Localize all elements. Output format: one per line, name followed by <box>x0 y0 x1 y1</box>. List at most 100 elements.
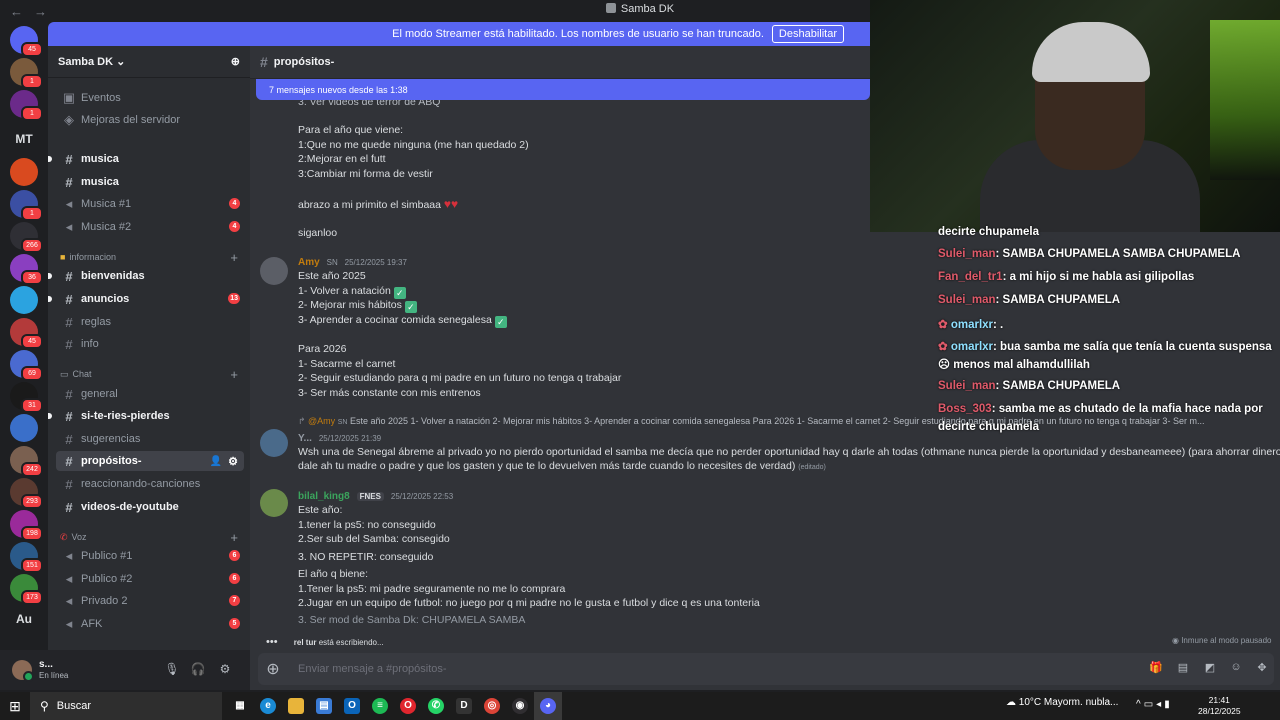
channel-musica[interactable]: # musica <box>48 149 244 169</box>
channel-general[interactable]: # general <box>56 384 244 404</box>
file-explorer-icon[interactable] <box>282 692 310 720</box>
webcam-overlay <box>870 0 1280 232</box>
store-icon[interactable]: ▤ <box>310 692 338 720</box>
gear-icon[interactable]: ⚙ <box>217 662 233 678</box>
add-channel-icon[interactable]: + <box>230 250 238 265</box>
notification-badge: 198 <box>21 526 43 541</box>
channel-videos-de-youtube[interactable]: # videos-de-youtube <box>56 497 244 517</box>
add-channel-icon[interactable]: + <box>230 530 238 545</box>
server-header[interactable]: Samba DK ⌄ ⊕ <box>48 46 250 78</box>
microphone-icon[interactable]: 🎙 <box>164 662 180 678</box>
voice-channel-musica-2[interactable]: ◂ Musica #2 4 <box>56 217 244 237</box>
server-icon[interactable]: 36 <box>10 254 43 285</box>
server-icon[interactable]: 242 <box>10 446 43 477</box>
speaker-icon: ◂ <box>65 219 73 234</box>
avatar[interactable] <box>260 257 288 285</box>
notification-badge: 1 <box>21 74 43 89</box>
category-informacion[interactable]: ■ informacion + <box>56 249 244 265</box>
home-discord-icon[interactable]: 45 <box>10 26 43 57</box>
server-icon[interactable]: 1 <box>10 90 43 121</box>
server-icon[interactable]: 151 <box>10 542 43 573</box>
avatar[interactable] <box>260 489 288 517</box>
edge-icon[interactable]: e <box>254 692 282 720</box>
server-icon[interactable] <box>10 158 38 186</box>
gif-icon[interactable]: ▤ <box>1176 661 1190 675</box>
voice-channel-publico-2[interactable]: ◂ Publico #2 6 <box>56 569 244 589</box>
apps-icon[interactable]: ✥ <box>1255 661 1269 675</box>
avatar[interactable] <box>260 429 288 457</box>
channel-reglas[interactable]: # reglas <box>56 312 244 332</box>
message-author[interactable]: Amy <box>298 257 320 268</box>
speaker-icon: ◂ <box>65 571 73 586</box>
server-mt[interactable]: MT <box>0 132 48 146</box>
add-member-icon[interactable]: ⊕ <box>231 55 240 68</box>
sidebar-item-boosts[interactable]: ◈ Mejoras del servidor <box>56 110 244 130</box>
channel-anuncios[interactable]: # anuncios 13 <box>48 289 244 309</box>
gear-icon[interactable]: ⚙ <box>228 455 238 468</box>
message-timestamp: 25/12/2025 21:39 <box>318 434 382 443</box>
weather-widget[interactable]: ☁ 10°C Mayorm. nubla... <box>1006 697 1118 708</box>
app-d-icon[interactable]: D <box>450 692 478 720</box>
sticker-icon[interactable]: ◩ <box>1203 661 1217 675</box>
task-view-icon[interactable]: ▦ <box>226 692 254 720</box>
system-tray[interactable]: ^▭◂▮ <box>1136 699 1173 710</box>
taskbar-clock[interactable]: 21:41 28/12/2025 <box>1198 695 1241 717</box>
server-icon[interactable]: 198 <box>10 510 43 541</box>
voice-channel-publico-1[interactable]: ◂ Publico #1 6 <box>56 546 244 566</box>
server-icon[interactable]: 45 <box>10 318 43 349</box>
server-au[interactable]: Au <box>0 612 48 626</box>
server-icon[interactable]: 266 <box>10 222 43 253</box>
new-messages-bar[interactable]: 7 mensajes nuevos desde las 1:38 <box>256 79 870 100</box>
attach-plus-icon[interactable]: ⊕ <box>258 659 288 679</box>
disable-streamer-button[interactable]: Deshabilitar <box>771 25 844 43</box>
server-icon[interactable]: 293 <box>10 478 43 509</box>
channel-info[interactable]: # info <box>56 334 244 354</box>
text-channel-icon: # <box>65 174 73 190</box>
emoji-icon[interactable]: ☺ <box>1229 661 1243 675</box>
server-icon[interactable]: 1 <box>10 58 43 89</box>
category-voz[interactable]: ✆ Voz + <box>56 529 244 545</box>
windows-start-icon[interactable]: ⊞ <box>0 698 30 715</box>
message-timestamp: 25/12/2025 19:37 <box>344 258 407 267</box>
add-channel-icon[interactable]: + <box>230 367 238 382</box>
message-input[interactable] <box>298 663 898 675</box>
voice-channel-privado-2[interactable]: ◂ Privado 27 <box>56 591 244 611</box>
message-timestamp: 25/12/2025 22:53 <box>390 492 454 501</box>
avatar[interactable] <box>12 660 34 682</box>
message-text: 3- Aprender a cocinar comida senegalesa ✓ <box>298 314 507 328</box>
channel-bienvenidas[interactable]: # bienvenidas <box>48 266 244 286</box>
message-author[interactable]: bilal_king8 <box>298 491 350 502</box>
gift-icon[interactable]: 🎁 <box>1149 661 1163 675</box>
opera-icon[interactable]: O <box>394 692 422 720</box>
server-icon[interactable]: 1 <box>10 190 43 221</box>
channel-propositos[interactable]: # propósitos- 👤 ⚙ <box>56 451 244 471</box>
user-info[interactable]: s... En línea <box>39 659 68 681</box>
obs-icon[interactable]: ◉ <box>506 692 534 720</box>
taskbar-search[interactable]: ⚲ Buscar <box>30 692 222 720</box>
whatsapp-icon[interactable]: ✆ <box>422 692 450 720</box>
add-member-icon[interactable]: 👤 <box>210 456 222 467</box>
chat-category-icon: ▭ <box>60 368 69 379</box>
channel-musica[interactable]: # musica <box>56 172 244 192</box>
voice-channel-musica-1[interactable]: ◂ Musica #1 4 <box>56 194 244 214</box>
channel-reaccionando-canciones[interactable]: # reaccionando-canciones <box>56 474 244 494</box>
server-icon[interactable]: 31 <box>10 382 43 413</box>
message-author[interactable]: Y... <box>298 433 312 444</box>
message-text: 2- Mejorar mis hábitos ✓ <box>298 299 417 313</box>
message-text: El año q biene: <box>298 568 369 580</box>
server-icon[interactable] <box>10 286 38 314</box>
server-icon[interactable]: 173 <box>10 574 43 605</box>
voice-channel-afk[interactable]: ◂ AFK 5 <box>56 614 244 634</box>
spotify-icon[interactable]: ≡ <box>366 692 394 720</box>
category-chat[interactable]: ▭ Chat + <box>56 366 244 382</box>
headphones-icon[interactable]: 🎧 <box>190 662 206 678</box>
sidebar-item-events[interactable]: ▣ Eventos <box>56 88 244 108</box>
outlook-icon[interactable]: O <box>338 692 366 720</box>
discord-taskbar-icon[interactable]: ◕ <box>534 692 562 720</box>
channel-si-te-ries-pierdes[interactable]: # si-te-ries-pierdes <box>48 406 244 426</box>
speaker-icon: ◂ <box>65 616 73 631</box>
server-icon[interactable]: 69 <box>10 350 43 381</box>
server-icon[interactable] <box>10 414 38 442</box>
channel-sugerencias[interactable]: # sugerencias <box>56 429 244 449</box>
chrome-icon[interactable]: ◎ <box>478 692 506 720</box>
